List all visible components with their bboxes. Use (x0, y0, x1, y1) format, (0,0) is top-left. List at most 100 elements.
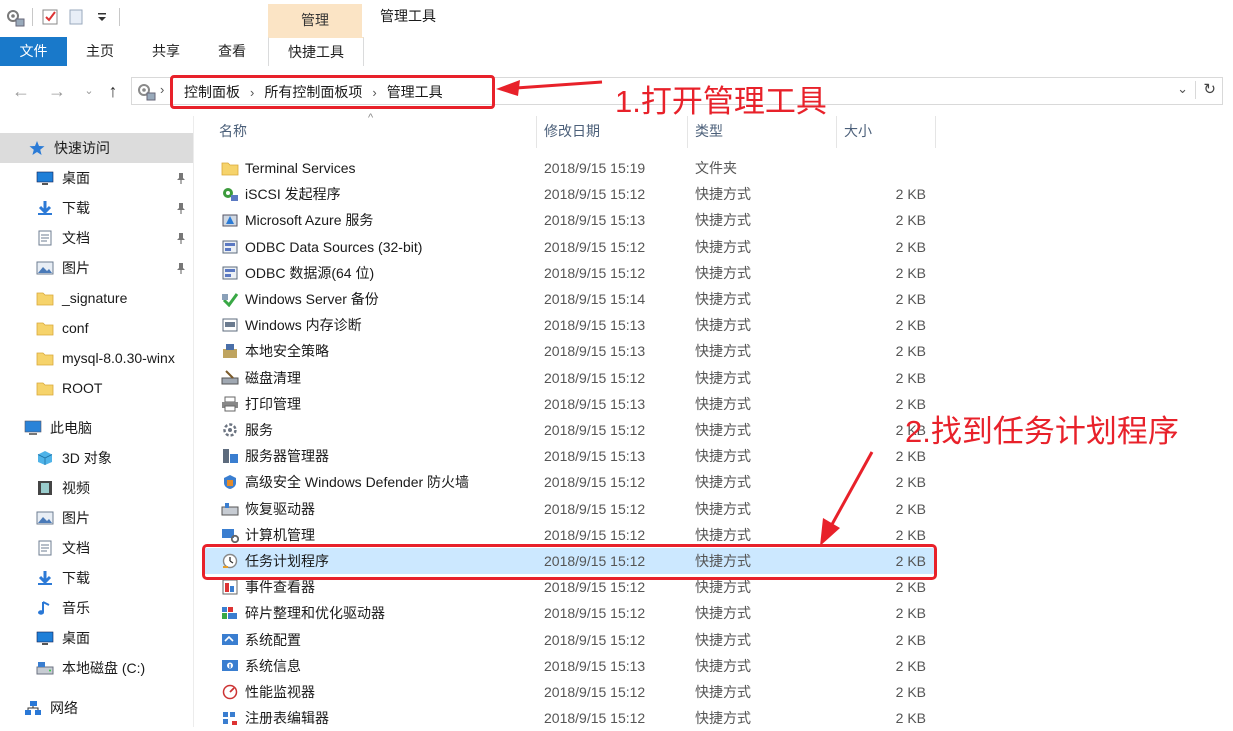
nav-item-label: conf (62, 320, 89, 336)
file-date: 2018/9/15 15:12 (544, 605, 646, 622)
tab-shortcut-tools[interactable]: 快捷工具 (268, 37, 364, 68)
file-row[interactable]: ODBC Data Sources (32-bit) 2018/9/15 15:1… (205, 234, 935, 260)
up-icon[interactable]: ↑ (102, 80, 124, 102)
file-row[interactable]: 打印管理 2018/9/15 15:13 快捷方式 2 KB (205, 391, 935, 417)
file-date: 2018/9/15 15:12 (544, 500, 646, 517)
tab-file[interactable]: 文件 (0, 37, 67, 66)
recent-chevron-icon[interactable]: ⌄ (78, 80, 100, 102)
nav-item[interactable]: 视频 (0, 473, 193, 503)
column-header-type[interactable]: 类型 (695, 116, 835, 148)
file-type: 快捷方式 (695, 500, 751, 517)
file-date: 2018/9/15 15:12 (544, 186, 646, 203)
nav-item[interactable]: 网络 (0, 693, 193, 723)
nav-item[interactable]: 3D 对象 (0, 443, 193, 473)
nav-item[interactable]: _signature (0, 283, 193, 313)
file-row[interactable]: Windows 内存诊断 2018/9/15 15:13 快捷方式 2 KB (205, 312, 935, 338)
nav-item[interactable]: ROOT (0, 373, 193, 403)
column-header-size[interactable]: 大小 (844, 116, 934, 148)
tab-share[interactable]: 共享 (144, 37, 188, 66)
back-icon[interactable]: ← (10, 80, 32, 102)
pin-icon[interactable] (175, 223, 187, 253)
memory-icon (221, 317, 239, 333)
file-size: 2 KB (895, 343, 926, 360)
nav-item[interactable]: 下载 (0, 193, 193, 223)
file-row[interactable]: iSCSI 发起程序 2018/9/15 15:12 快捷方式 2 KB (205, 181, 935, 207)
network-icon (24, 700, 42, 716)
column-divider[interactable] (687, 116, 688, 148)
admin-tools-icon (136, 81, 156, 101)
download-icon (36, 200, 54, 216)
tab-view[interactable]: 查看 (210, 37, 254, 66)
file-row[interactable]: 系统信息 2018/9/15 15:13 快捷方式 2 KB (205, 653, 935, 679)
file-row[interactable]: 性能监视器 2018/9/15 15:12 快捷方式 2 KB (205, 679, 935, 705)
tab-home[interactable]: 主页 (78, 37, 122, 66)
nav-item[interactable]: 下载 (0, 563, 193, 593)
file-row[interactable]: Windows Server 备份 2018/9/15 15:14 快捷方式 2 KB (205, 286, 935, 312)
pictures-icon (36, 510, 54, 526)
nav-item[interactable]: 音乐 (0, 593, 193, 623)
nav-item[interactable]: conf (0, 313, 193, 343)
pictures-icon (36, 260, 54, 276)
pin-icon[interactable] (175, 163, 187, 193)
file-row[interactable]: 本地安全策略 2018/9/15 15:13 快捷方式 2 KB (205, 338, 935, 364)
annotation-arrow-icon (820, 451, 874, 546)
file-type: 快捷方式 (695, 422, 751, 438)
file-type: 文件夹 (695, 160, 737, 176)
column-divider[interactable] (935, 116, 936, 148)
file-name: Terminal Services (245, 160, 356, 176)
file-size: 2 KB (895, 291, 926, 307)
context-tab-manage[interactable]: 管理 (268, 4, 362, 37)
nav-item[interactable]: 图片 (0, 503, 193, 533)
nav-item[interactable]: 文档 (0, 533, 193, 563)
pin-icon[interactable] (175, 253, 187, 283)
new-folder-icon[interactable] (65, 6, 87, 28)
customize-toolbar-icon[interactable] (91, 6, 113, 28)
file-date: 2018/9/15 15:13 (544, 212, 646, 229)
pin-icon[interactable] (175, 193, 187, 223)
address-dropdown-icon[interactable]: ⌄ (1177, 81, 1188, 97)
file-row[interactable]: 系统配置 2018/9/15 15:12 快捷方式 2 KB (205, 627, 935, 653)
file-name: 恢复驱动器 (245, 500, 315, 517)
services-icon (221, 422, 239, 438)
column-header-name[interactable]: 名称 (219, 116, 539, 148)
nav-item[interactable]: 快速访问 (0, 133, 193, 163)
nav-item[interactable]: mysql-8.0.30-winx (0, 343, 193, 373)
file-date: 2018/9/15 15:12 (544, 684, 646, 700)
nav-item[interactable]: 桌面 (0, 623, 193, 653)
column-divider[interactable] (836, 116, 837, 148)
annotation-step-2: 2.找到任务计划程序 (905, 414, 1179, 449)
file-size: 2 KB (895, 238, 926, 255)
file-type: 快捷方式 (695, 186, 751, 203)
file-date: 2018/9/15 15:13 (544, 317, 646, 334)
nav-item[interactable]: 本地磁盘 (C:) (0, 653, 193, 683)
desktop-icon (36, 170, 54, 186)
folder-icon (36, 320, 54, 336)
file-row[interactable]: 服务 2018/9/15 15:12 快捷方式 2 KB (205, 417, 935, 443)
column-header-date[interactable]: 修改日期 (544, 116, 684, 148)
file-type: 快捷方式 (695, 710, 751, 727)
file-name: Microsoft Azure 服务 (245, 212, 374, 229)
nav-item-label: 网络 (50, 700, 78, 716)
file-row[interactable]: Microsoft Azure 服务 2018/9/15 15:13 快捷方式 2 K… (205, 207, 935, 233)
file-row[interactable]: 磁盘清理 2018/9/15 15:12 快捷方式 2 KB (205, 365, 935, 391)
music-icon (36, 600, 54, 616)
file-row[interactable]: ODBC 数据源(64 位) 2018/9/15 15:12 快捷方式 2 KB (205, 260, 935, 286)
file-row[interactable]: 碎片整理和优化驱动器 2018/9/15 15:12 快捷方式 2 KB (205, 600, 935, 626)
nav-item[interactable]: 桌面 (0, 163, 193, 193)
forward-icon[interactable]: → (46, 80, 68, 102)
file-date: 2018/9/15 15:12 (544, 422, 646, 438)
file-row[interactable]: 注册表编辑器 2018/9/15 15:12 快捷方式 2 KB (205, 705, 935, 731)
nav-item[interactable]: 此电脑 (0, 413, 193, 443)
disk-cleanup-icon (221, 369, 239, 386)
toolbar-separator (32, 8, 33, 26)
nav-item[interactable]: 文档 (0, 223, 193, 253)
properties-icon[interactable] (39, 6, 61, 28)
file-date: 2018/9/15 15:13 (544, 343, 646, 360)
document-icon (36, 230, 54, 246)
nav-item[interactable]: 图片 (0, 253, 193, 283)
file-row[interactable]: Terminal Services 2018/9/15 15:19 文件夹 (205, 155, 935, 181)
address-divider (1195, 81, 1196, 99)
nav-item-label: 3D 对象 (62, 450, 112, 466)
refresh-icon[interactable]: ↻ (1203, 80, 1216, 98)
column-divider[interactable] (536, 116, 537, 148)
